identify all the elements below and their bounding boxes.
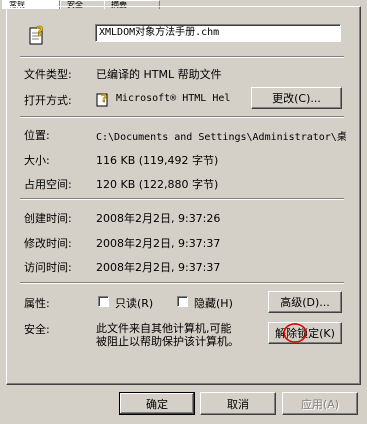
advanced-button-label: 高级(D)... (280, 296, 330, 309)
attributes-label: 属性: (24, 297, 50, 310)
filename-field[interactable]: XMLDOM对象方法手册.chm (95, 24, 341, 42)
open-with-label: 打开方式: (24, 94, 72, 107)
red-annotation-circle (280, 320, 310, 346)
apply-button-label: 应用(A) (300, 397, 340, 411)
disk-size-label: 占用空间: (24, 178, 72, 191)
security-message-line2: 被阻止以帮助保护该计算机。 (96, 335, 239, 348)
readonly-checkbox[interactable] (98, 296, 109, 307)
svg-text:?: ? (36, 25, 44, 40)
created-value: 2008年2月2日, 9:37:26 (96, 212, 221, 225)
created-label: 创建时间: (24, 212, 72, 225)
cancel-button[interactable]: 取消 (200, 392, 276, 415)
location-label: 位置: (24, 129, 50, 142)
file-type-value: 已编译的 HTML 帮助文件 (96, 68, 222, 81)
advanced-button[interactable]: 高级(D)... (268, 291, 342, 313)
size-value: 116 KB (119,492 字节) (96, 154, 219, 167)
ok-button[interactable]: 确定 (119, 392, 195, 415)
ok-button-label: 确定 (146, 397, 168, 411)
help-file-icon: ? (28, 24, 48, 46)
accessed-label: 访问时间: (24, 261, 72, 274)
file-type-label: 文件类型: (24, 68, 72, 81)
open-with-value: Microsoft® HTML Hel (116, 93, 231, 104)
help-app-icon: ? (96, 90, 112, 108)
hidden-checkbox-label[interactable]: 隐藏(H) (194, 295, 233, 311)
change-button[interactable]: 更改(C)... (251, 87, 342, 109)
modified-value: 2008年2月2日, 9:37:37 (96, 237, 221, 250)
cancel-button-label: 取消 (227, 397, 249, 411)
change-button-label: 更改(C)... (272, 92, 321, 105)
divider (20, 116, 344, 118)
disk-size-value: 120 KB (122,880 字节) (96, 178, 219, 191)
hidden-checkbox[interactable] (177, 296, 188, 307)
divider (20, 282, 344, 284)
accessed-value: 2008年2月2日, 9:37:37 (96, 261, 221, 274)
svg-text:?: ? (101, 92, 107, 105)
location-value: C:\Documents and Settings\Administrator\… (96, 132, 346, 143)
security-label: 安全: (24, 323, 50, 336)
apply-button[interactable]: 应用(A) (282, 392, 358, 415)
modified-label: 修改时间: (24, 237, 72, 250)
divider (20, 198, 344, 200)
size-label: 大小: (24, 154, 50, 167)
readonly-checkbox-label[interactable]: 只读(R) (115, 295, 153, 311)
divider (20, 56, 344, 58)
